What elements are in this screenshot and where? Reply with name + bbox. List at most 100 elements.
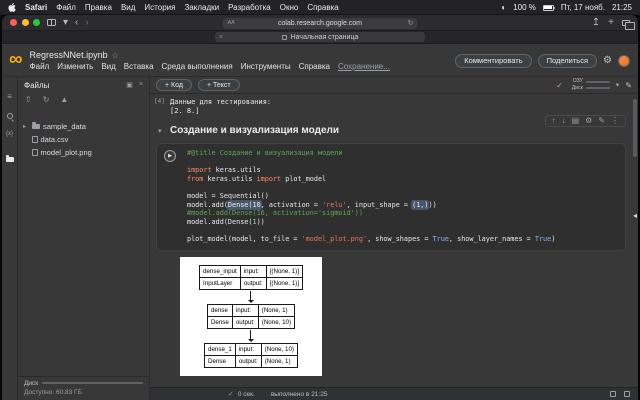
execution-completed-at: выполнено в 21:25 (271, 391, 328, 398)
tab-overview-icon[interactable] (622, 20, 630, 26)
close-tab-icon[interactable]: × (219, 34, 223, 41)
file-item[interactable]: data.csv (18, 133, 149, 146)
upload-file-icon[interactable]: ⇧ (25, 95, 32, 104)
code-line: plot_model(model, to_file = 'model_plot.… (187, 235, 619, 244)
cell-toolbar: ↑ ↓ ▤ ⚙ ✎ ⋮ (545, 115, 626, 127)
menu-item[interactable]: Вставка (124, 62, 154, 71)
scrollbar-thumb[interactable] (633, 99, 637, 157)
menubar-item[interactable]: Safari (25, 3, 47, 12)
notebook-title[interactable]: RegressNNet.ipynb (30, 50, 108, 60)
connected-check-icon[interactable]: ✓ (556, 81, 563, 90)
tab-group-chevron-icon[interactable]: ▾ (63, 18, 68, 28)
menubar-item[interactable]: Правка (85, 3, 112, 12)
user-avatar[interactable] (618, 55, 630, 67)
menubar-item[interactable]: Файл (56, 3, 76, 12)
diagram-node: denseinput:(None, 1)Denseoutput:(None, 1… (207, 304, 295, 329)
share-button[interactable]: Поделиться (538, 54, 597, 68)
menu-item[interactable]: Изменить (57, 62, 93, 71)
file-name: data.csv (41, 135, 69, 144)
back-button[interactable]: ‹ (75, 18, 78, 28)
copy-cell-icon[interactable]: ▤ (572, 117, 580, 125)
zoom-window-button[interactable] (33, 19, 40, 26)
close-panel-icon[interactable]: × (139, 81, 143, 89)
browser-tab[interactable]: × Начальная страница (215, 32, 425, 42)
minimize-window-button[interactable] (22, 19, 29, 26)
collapse-panel-icon[interactable]: ▣ (126, 81, 133, 89)
code-line: model.add(Dense(1)) (187, 218, 619, 227)
code-editor[interactable]: #@title Создание и визуализация модели i… (187, 149, 619, 244)
output-line: Данные для тестирования: (170, 98, 271, 107)
cell-settings-icon[interactable]: ⚙ (585, 117, 592, 125)
comment-button[interactable]: Комментировать (455, 54, 531, 68)
menu-item[interactable]: Файл (30, 62, 50, 71)
disk-caption: Диск (24, 380, 38, 387)
code-line: #model.add(Dense(16, activation='sigmoid… (187, 209, 619, 218)
menubar-item[interactable]: Закладки (184, 3, 219, 12)
edit-mode-icon[interactable]: ✎ (625, 81, 632, 90)
tab-favicon (282, 35, 287, 40)
file-item[interactable]: model_plot.png (18, 146, 149, 159)
menu-item[interactable]: Инструменты (241, 62, 291, 71)
more-actions-icon[interactable]: ⋮ (611, 117, 619, 125)
colab-app: ∞ RegressNNet.ipynb ☆ Файл Изменить Вид Вст… (2, 45, 638, 400)
apple-logo-icon[interactable] (8, 3, 16, 12)
ram-label: ОЗУ (569, 79, 583, 84)
window-controls (10, 19, 40, 26)
run-cell-button[interactable]: ▶ (164, 150, 176, 162)
menubar-item[interactable]: Справка (307, 3, 338, 12)
colab-logo-icon[interactable]: ∞ (9, 50, 23, 69)
layout-icon[interactable] (624, 391, 630, 397)
refresh-files-icon[interactable]: ↻ (43, 95, 50, 104)
diagram-node: dense_1input:(None, 10)Denseoutput:(None… (204, 343, 298, 368)
notebook-content: [4] Данные для тестирования:[2. 8.] ▾ Со… (150, 94, 638, 387)
files-panel-footer: Диск Доступно: 60.83 ГБ (18, 376, 149, 400)
search-icon[interactable] (7, 113, 13, 119)
file-item[interactable]: ▸sample_data (18, 120, 149, 133)
variables-icon[interactable]: {x} (6, 131, 13, 137)
reader-mode-icon[interactable]: АА (228, 20, 235, 26)
add-code-button[interactable]: + Код (156, 79, 192, 91)
collapse-section-icon[interactable]: ▾ (158, 127, 170, 135)
move-cell-up-icon[interactable]: ↑ (552, 117, 556, 125)
status-check-icon: ✓ (228, 390, 234, 398)
menu-item[interactable]: Вид (101, 62, 115, 71)
settings-gear-icon[interactable]: ⚙ (603, 55, 612, 66)
code-cell[interactable]: ▶ #@title Создание и визуализация модели… (156, 143, 626, 251)
add-text-button[interactable]: + Текст (198, 79, 240, 91)
edit-cell-icon[interactable]: ✎ (598, 117, 605, 125)
reload-icon[interactable]: ↻ (408, 19, 414, 27)
address-bar[interactable]: АА colab.research.google.com ↻ (223, 18, 418, 29)
execution-duration: 0 сек. (238, 391, 255, 398)
forward-button[interactable]: › (85, 18, 88, 28)
menubar-time[interactable]: 21:25 (612, 3, 632, 12)
colab-menus: Файл Изменить Вид Вставка Среда выполнения Ин… (30, 62, 330, 71)
close-window-button[interactable] (10, 19, 17, 26)
menubar-item[interactable]: История (144, 3, 175, 12)
menubar-item[interactable]: Разработка (228, 3, 271, 12)
output-line: [2. 8.] (170, 107, 271, 116)
code-line: #@title Создание и визуализация модели (187, 149, 619, 158)
menu-item[interactable]: Среда выполнения (162, 62, 233, 71)
terminal-icon[interactable] (610, 391, 616, 397)
table-of-contents-icon[interactable]: ≡ (7, 93, 12, 101)
file-tree: ▸sample_data data.csv model_plot.png (18, 120, 149, 376)
menubar-item[interactable]: Вид (121, 3, 135, 12)
sidebar-toggle-icon[interactable] (47, 19, 56, 26)
safari-right-actions: ↥ + (592, 18, 630, 28)
share-icon[interactable]: ↥ (592, 18, 600, 28)
new-tab-icon[interactable]: + (608, 18, 614, 28)
menubar-item[interactable]: Окно (280, 3, 299, 12)
resources-meter[interactable]: ОЗУ Диск (569, 79, 610, 91)
star-icon[interactable]: ☆ (112, 51, 119, 60)
menubar-date[interactable]: Пт, 17 нояб. (561, 3, 605, 12)
right-panel-toggle-icon[interactable]: ◂ (633, 212, 637, 220)
mount-drive-icon[interactable]: ▲ (60, 95, 68, 104)
files-panel-actions: ⇧ ↻ ▲ (18, 93, 149, 108)
menu-item[interactable]: Справка (299, 62, 330, 71)
section-header-cell[interactable]: ▾ Создание и визуализация модели ↑↓▤⚙✎⋮ (154, 125, 628, 136)
files-rail-icon[interactable] (6, 149, 14, 167)
section-title: Создание и визуализация модели (170, 125, 339, 136)
display-status-icon[interactable]: ◐ (501, 3, 506, 12)
resources-chevron-icon[interactable]: ▾ (616, 81, 620, 89)
move-cell-down-icon[interactable]: ↓ (562, 117, 566, 125)
